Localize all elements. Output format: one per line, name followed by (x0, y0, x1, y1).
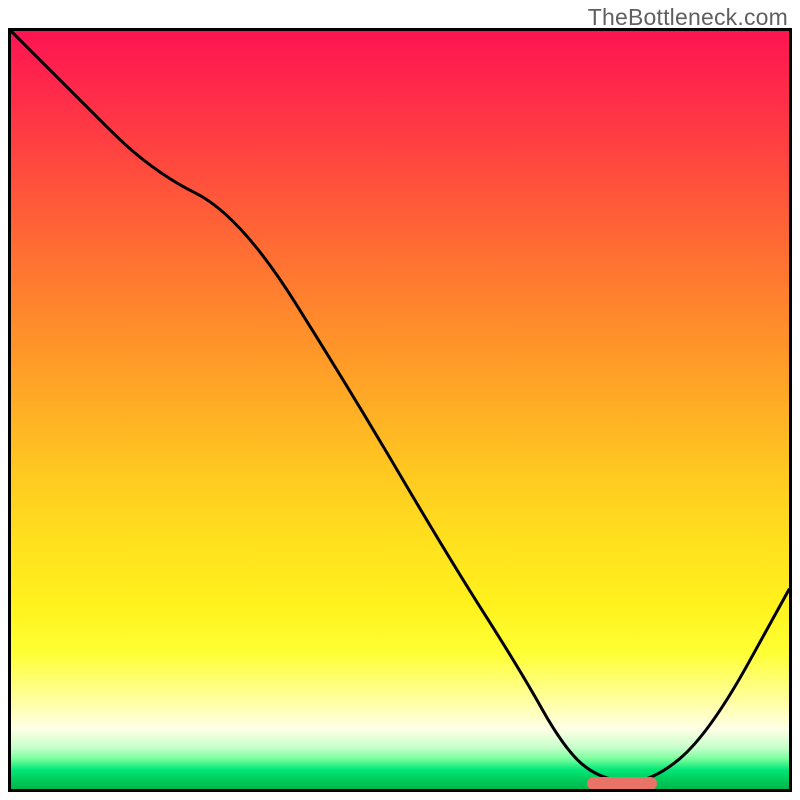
attribution-text: TheBottleneck.com (588, 4, 788, 31)
optimum-range-marker (587, 777, 657, 790)
chart-frame (8, 28, 792, 792)
bottleneck-curve (11, 31, 789, 789)
